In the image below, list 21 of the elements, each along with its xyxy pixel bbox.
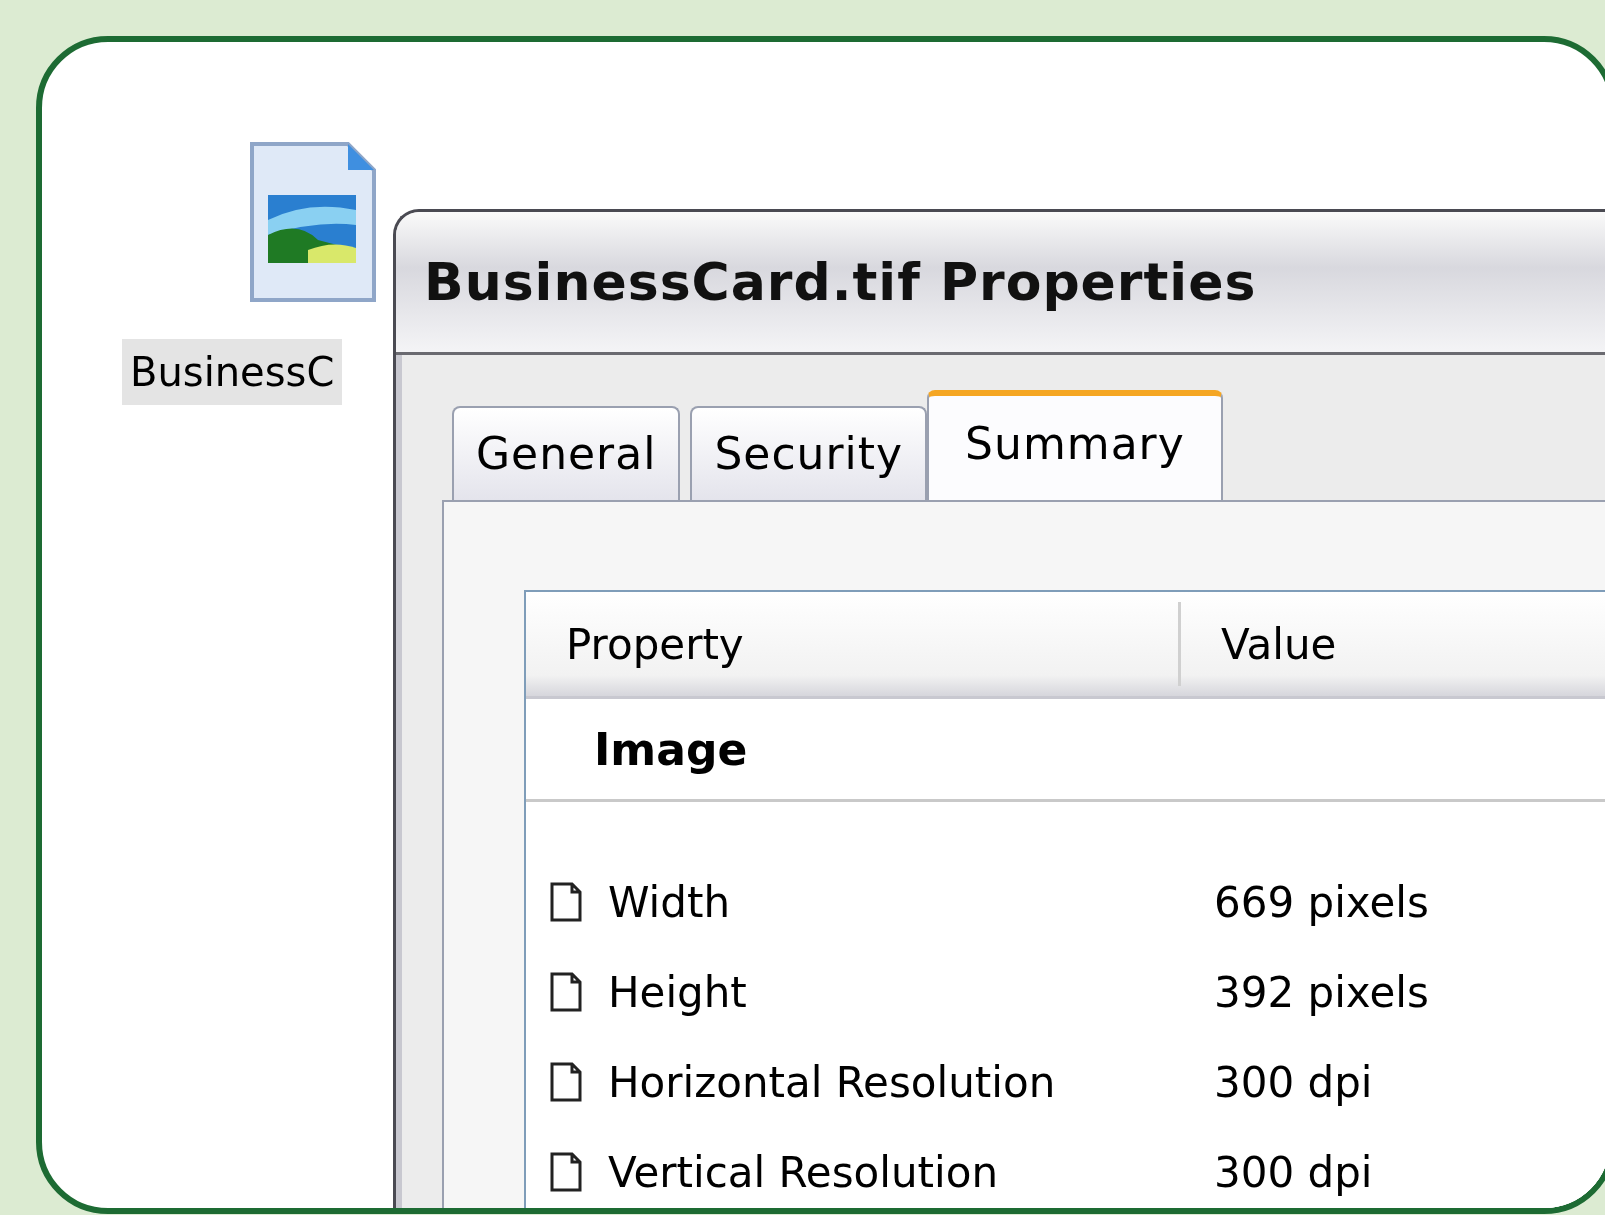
window-title: BusinessCard.tif Properties [424,252,1257,312]
document-icon [550,1062,582,1102]
tab[interactable]: Summary [927,390,1223,500]
document-icon [550,1152,582,1192]
image-file-icon [248,140,378,305]
property-name: Height [608,967,747,1017]
property-name: Horizontal Resolution [608,1057,1056,1107]
document-icon [550,882,582,922]
tab[interactable]: General [452,406,681,500]
property-value: 669 pixels [1214,877,1429,927]
file-name-label[interactable]: BusinessC [122,339,343,405]
column-header[interactable]: Property [526,602,1181,686]
property-name: Vertical Resolution [608,1147,999,1197]
tab[interactable]: Security [690,406,928,500]
property-value: 392 pixels [1214,967,1429,1017]
property-name: Width [608,877,731,927]
column-header[interactable]: Value [1181,592,1337,696]
document-icon [550,972,582,1012]
group-header: Image [594,723,748,775]
property-value: 300 dpi [1214,1147,1373,1197]
property-value: 300 dpi [1214,1057,1373,1107]
